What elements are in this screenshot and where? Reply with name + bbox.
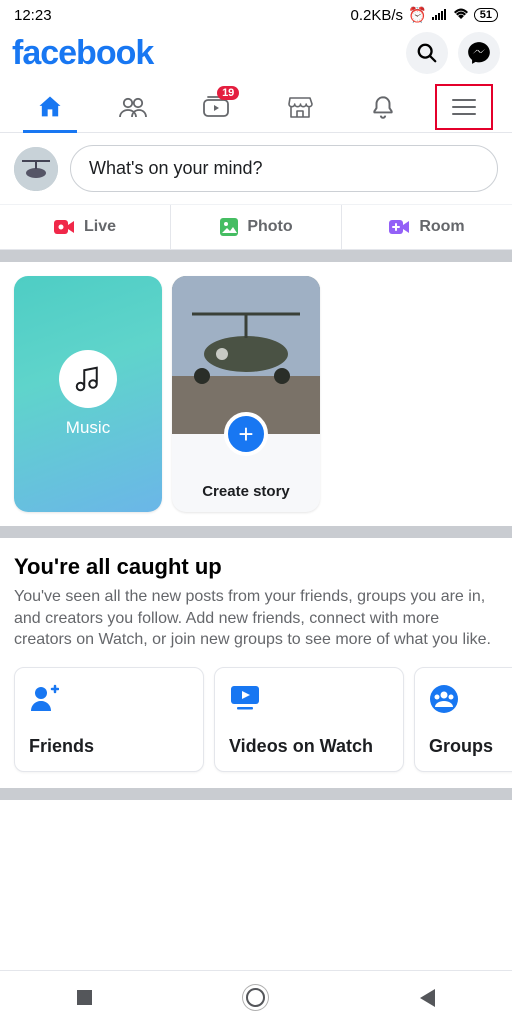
caught-up-section: You're all caught up You've seen all the… [0, 538, 512, 663]
tab-marketplace[interactable] [269, 82, 331, 132]
battery-icon: 51 [474, 8, 498, 22]
room-button[interactable]: Room [341, 205, 512, 249]
videos-card[interactable]: Videos on Watch [214, 667, 404, 772]
friends-card[interactable]: Friends [14, 667, 204, 772]
app-header: facebook [0, 26, 512, 82]
story-preview-image: + [172, 276, 320, 434]
clock: 12:23 [14, 7, 52, 24]
photo-icon [219, 217, 239, 237]
suggestion-row: Friends Videos on Watch Groups [0, 663, 512, 786]
photo-button[interactable]: Photo [170, 205, 341, 249]
back-button[interactable] [420, 989, 435, 1007]
caught-title: You're all caught up [14, 554, 498, 580]
music-icon [59, 350, 117, 408]
profile-avatar[interactable] [14, 147, 58, 191]
section-divider [0, 526, 512, 538]
status-bar: 12:23 0.2KB/s ⏰ 51 [0, 0, 512, 26]
recent-apps-button[interactable] [77, 990, 92, 1005]
composer-input[interactable]: What's on your mind? [70, 145, 498, 192]
room-icon [389, 219, 411, 235]
alarm-icon: ⏰ [408, 6, 427, 24]
search-button[interactable] [406, 32, 448, 74]
live-button[interactable]: Live [0, 205, 170, 249]
live-icon [54, 219, 76, 235]
section-divider [0, 250, 512, 262]
wifi-icon [453, 7, 469, 24]
home-button[interactable] [246, 988, 265, 1007]
marketplace-icon [286, 94, 314, 120]
network-speed: 0.2KB/s [351, 7, 404, 24]
system-nav-bar [0, 970, 512, 1024]
messenger-button[interactable] [458, 32, 500, 74]
watch-badge: 19 [217, 86, 239, 100]
composer-row: What's on your mind? [0, 133, 512, 204]
add-friend-icon [29, 684, 189, 714]
caught-body: You've seen all the new posts from your … [14, 586, 498, 651]
home-icon [36, 93, 64, 121]
music-story-card[interactable]: Music [14, 276, 162, 512]
groups-card[interactable]: Groups [414, 667, 512, 772]
tab-friends[interactable] [102, 82, 164, 132]
friends-card-title: Friends [29, 736, 189, 757]
watch-card-icon [229, 684, 389, 714]
tab-watch[interactable]: 19 [185, 82, 247, 132]
bell-icon [370, 93, 396, 121]
helicopter-icon [14, 147, 58, 191]
facebook-logo: facebook [12, 34, 153, 73]
tab-bar: 19 [0, 82, 512, 133]
create-story-card[interactable]: + Create story [172, 276, 320, 512]
add-story-button[interactable]: + [224, 412, 268, 456]
friends-icon [118, 93, 148, 121]
composer-actions: Live Photo Room [0, 204, 512, 250]
signal-icon [432, 7, 448, 24]
tab-home[interactable] [19, 82, 81, 132]
groups-card-title: Groups [429, 736, 512, 757]
hamburger-icon [451, 97, 477, 117]
stories-row: Music + Create story [0, 262, 512, 526]
messenger-icon [466, 40, 492, 66]
tab-menu[interactable] [435, 84, 493, 130]
tab-notifications[interactable] [352, 82, 414, 132]
section-divider [0, 788, 512, 800]
groups-icon [429, 684, 512, 714]
music-label: Music [66, 418, 110, 438]
videos-card-title: Videos on Watch [229, 736, 389, 757]
search-icon [416, 42, 438, 64]
